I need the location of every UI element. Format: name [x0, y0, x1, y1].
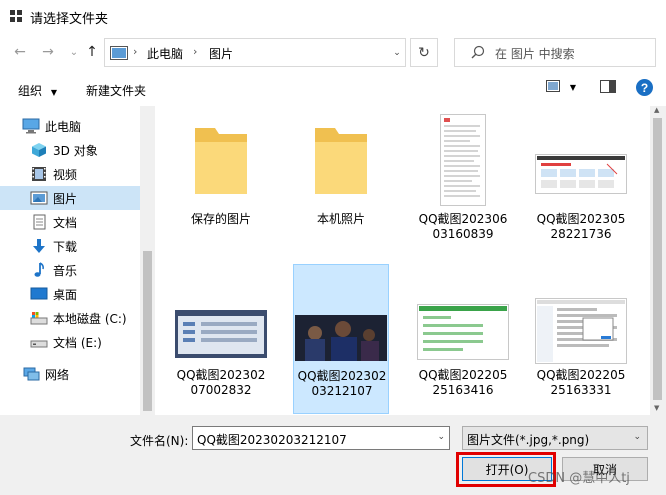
file-name: QQ截图20230528221736 [536, 212, 626, 241]
sidebar-item-drive-e[interactable]: 文档 (E:) [0, 330, 140, 354]
sidebar-item-music[interactable]: 音乐 [0, 258, 140, 282]
organize-menu[interactable]: 组织 ▼ [18, 82, 57, 99]
image-thumbnail [535, 154, 627, 194]
dialog-footer: 文件名(N): QQ截图20230203212107 ⌄ 图片文件(*.jpg,… [0, 415, 666, 495]
sidebar-scrollbar[interactable] [140, 106, 155, 415]
sidebar-item-local-disk-c[interactable]: 本地磁盘 (C:) [0, 306, 140, 330]
filename-dropdown-icon[interactable]: ⌄ [437, 432, 445, 442]
forward-arrow-icon[interactable]: → [38, 42, 58, 62]
file-tile-screenshot[interactable]: QQ截图20230528221736 [533, 106, 629, 256]
file-name: QQ截图20230603160839 [418, 212, 508, 241]
file-name: 本机照片 [316, 212, 365, 226]
download-icon [33, 239, 45, 253]
watermark: CSDN @慧中人tj [528, 471, 630, 486]
filename-label: 文件名(N): [130, 434, 189, 448]
help-icon: ? [636, 79, 653, 96]
pictures-location-icon [110, 46, 128, 60]
back-arrow-icon[interactable]: ← [10, 42, 30, 62]
filename-input[interactable]: QQ截图20230203212107 ⌄ [192, 426, 450, 450]
file-list-scrollbar-thumb[interactable] [653, 118, 662, 400]
pictures-icon [30, 191, 48, 205]
window-title: 请选择文件夹 [30, 12, 109, 27]
breadcrumb-separator-icon: › [133, 45, 138, 58]
filetype-dropdown-icon: ⌄ [633, 432, 641, 442]
filetype-value: 图片文件(*.jpg,*.png) [467, 433, 590, 447]
scroll-up-icon[interactable]: ▲ [654, 106, 659, 114]
help-button[interactable]: ? [636, 79, 653, 99]
window-app-icon [10, 10, 22, 22]
file-name: QQ截图20230203212107 [297, 369, 387, 398]
breadcrumb-separator-icon: › [193, 45, 198, 58]
preview-pane-button[interactable] [600, 80, 616, 96]
filetype-select[interactable]: 图片文件(*.jpg,*.png) ⌄ [462, 426, 648, 450]
documents-icon [33, 214, 46, 230]
file-tile-screenshot[interactable]: QQ截图20220525163416 [415, 264, 511, 414]
sidebar-item-3d-objects[interactable]: 3D 对象 [0, 138, 140, 162]
filename-value: QQ截图20230203212107 [197, 433, 347, 447]
sidebar-item-this-pc[interactable]: 此电脑 [0, 114, 140, 138]
folder-icon [315, 128, 367, 194]
video-icon [32, 167, 46, 181]
folder-icon [195, 128, 247, 194]
command-toolbar: 组织 ▼ 新建文件夹 ▼ ? [0, 74, 666, 106]
file-tile-saved-pictures[interactable]: 保存的图片 [173, 106, 269, 256]
file-name: QQ截图20220525163331 [536, 368, 626, 397]
sidebar-item-documents[interactable]: 文档 [0, 210, 140, 234]
refresh-icon[interactable]: ↻ [410, 38, 438, 67]
search-placeholder: 在 图片 中搜索 [495, 47, 575, 61]
file-name: 保存的图片 [190, 212, 251, 226]
computer-icon [22, 118, 40, 134]
preview-pane-icon [600, 80, 616, 93]
address-dropdown-icon[interactable]: ⌄ [388, 38, 406, 67]
up-arrow-icon[interactable]: ↑ [82, 42, 102, 62]
image-thumbnail [295, 315, 387, 361]
file-list: 保存的图片 本机照片 QQ截图20230603160839 QQ截图202305… [155, 106, 650, 415]
address-bar[interactable]: › 此电脑 › 图片 [104, 38, 406, 67]
drive-icon [30, 340, 48, 348]
view-options-button[interactable]: ▼ [546, 80, 576, 95]
sidebar-item-downloads[interactable]: 下载 [0, 234, 140, 258]
new-folder-button[interactable]: 新建文件夹 [86, 82, 146, 99]
image-thumbnail [417, 304, 509, 360]
image-thumbnail [440, 114, 486, 206]
file-list-scrollbar[interactable]: ▲ ▼ [650, 106, 666, 415]
navigation-bar: ← → ⌄ ↑ › 此电脑 › 图片 ⌄ ↻ 在 图片 中搜索 [0, 34, 666, 70]
file-tile-camera-roll[interactable]: 本机照片 [293, 106, 389, 256]
file-tile-screenshot[interactable]: QQ截图20230603160839 [415, 106, 511, 256]
sidebar-item-videos[interactable]: 视频 [0, 162, 140, 186]
sidebar-scrollbar-thumb[interactable] [143, 251, 152, 411]
organize-label: 组织 [18, 84, 43, 98]
sidebar-item-desktop[interactable]: 桌面 [0, 282, 140, 306]
view-icon [546, 80, 560, 92]
view-dropdown-icon: ▼ [569, 83, 576, 92]
title-bar: 请选择文件夹 [0, 0, 666, 32]
organize-dropdown-icon: ▼ [50, 88, 57, 97]
file-tile-screenshot[interactable]: QQ截图20230207002832 [173, 264, 269, 414]
search-icon [471, 45, 485, 59]
desktop-icon [30, 287, 48, 300]
3d-objects-icon [32, 143, 46, 157]
image-thumbnail [175, 310, 267, 358]
file-tile-screenshot-selected[interactable]: QQ截图20230203212107 [293, 264, 389, 414]
search-box[interactable]: 在 图片 中搜索 [454, 38, 656, 67]
scroll-down-icon[interactable]: ▼ [654, 404, 659, 412]
local-disk-icon [30, 312, 48, 325]
svg-text:?: ? [641, 81, 648, 95]
breadcrumb-this-pc[interactable]: 此电脑 [147, 45, 183, 62]
image-thumbnail [535, 298, 627, 364]
recent-chevron-down-icon[interactable]: ⌄ [64, 42, 84, 62]
sidebar-item-network[interactable]: 网络 [0, 362, 140, 386]
file-name: QQ截图20230207002832 [176, 368, 266, 397]
sidebar-item-pictures[interactable]: 图片 [0, 186, 140, 210]
file-name: QQ截图20220525163416 [418, 368, 508, 397]
navigation-pane: 此电脑 3D 对象 视频 图片 文档 下载 音乐 桌面 本地磁盘 (C:) 文档… [0, 106, 155, 415]
breadcrumb-pictures[interactable]: 图片 [209, 45, 233, 62]
network-icon [23, 367, 40, 381]
music-icon [34, 262, 44, 277]
file-tile-screenshot[interactable]: QQ截图20220525163331 [533, 264, 629, 414]
